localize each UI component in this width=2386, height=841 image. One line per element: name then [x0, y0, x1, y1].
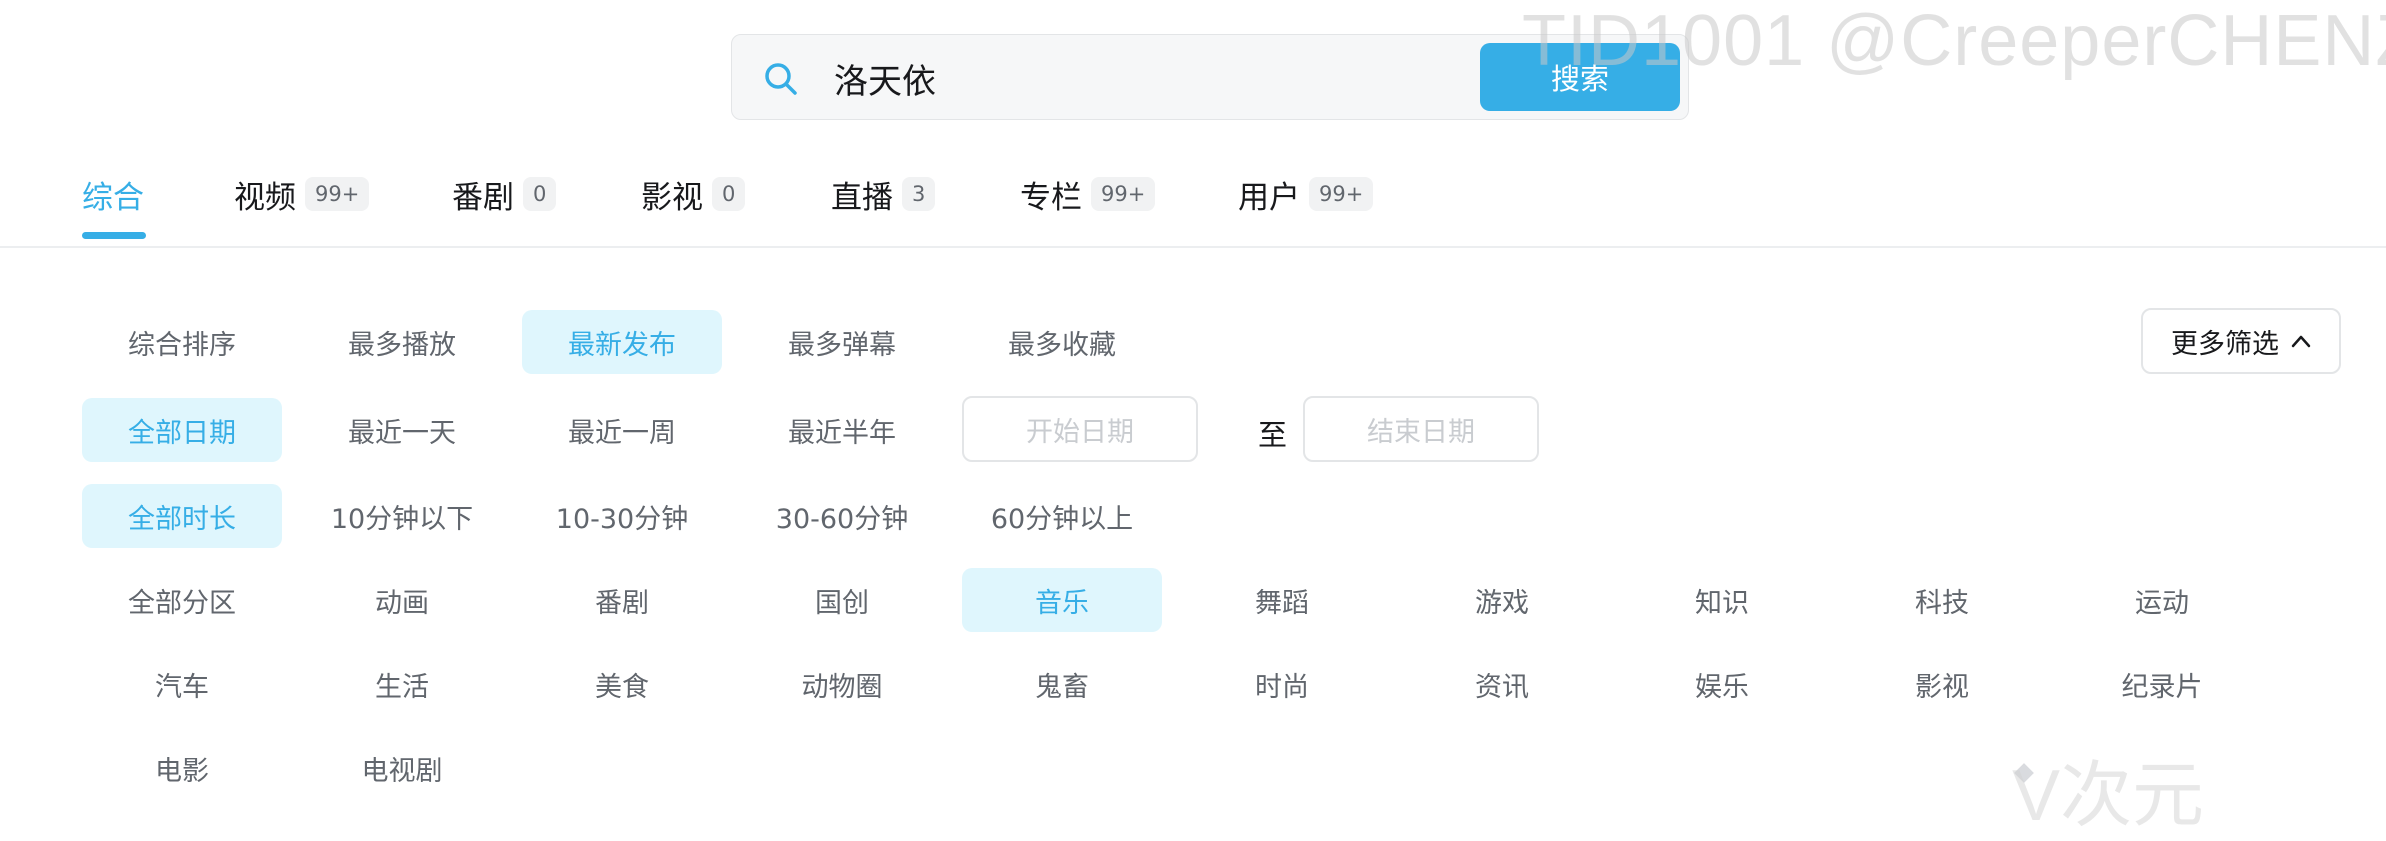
duration-option[interactable]: 10-30分钟	[522, 484, 722, 548]
tab-label: 视频	[234, 179, 296, 216]
watermark-top: TID1001 @CreeperCHENZ	[1522, 1, 2386, 81]
zone-option[interactable]: 舞蹈	[1182, 568, 1382, 632]
more-filter-label: 更多筛选	[2171, 328, 2279, 360]
date-option[interactable]: 最近半年	[742, 398, 942, 462]
sort-option[interactable]: 最多弹幕	[742, 310, 942, 374]
tab-label: 番剧	[452, 179, 514, 216]
tab-live[interactable]: 直播 3	[831, 168, 936, 220]
tab-user[interactable]: 用户 99+	[1238, 168, 1374, 220]
zone-option[interactable]: 纪录片	[2062, 652, 2262, 716]
sort-option-selected[interactable]: 最新发布	[522, 310, 722, 374]
count-badge: 0	[712, 177, 746, 211]
count-badge: 99+	[1309, 177, 1374, 211]
tab-column[interactable]: 专栏 99+	[1020, 168, 1156, 220]
tab-film[interactable]: 影视 0	[641, 168, 746, 220]
date-range-separator: 至	[1258, 418, 1288, 452]
tab-label: 综合	[82, 179, 144, 216]
active-tab-indicator	[82, 232, 146, 239]
zone-option[interactable]: 娱乐	[1622, 652, 1822, 716]
zone-option[interactable]: 科技	[1842, 568, 2042, 632]
zone-option[interactable]: 时尚	[1182, 652, 1382, 716]
sort-option[interactable]: 最多收藏	[962, 310, 1162, 374]
zone-option[interactable]: 知识	[1622, 568, 1822, 632]
zone-option[interactable]: 游戏	[1402, 568, 1602, 632]
zone-option[interactable]: 鬼畜	[962, 652, 1162, 716]
zone-option[interactable]: 资讯	[1402, 652, 1602, 716]
zone-option[interactable]: 生活	[302, 652, 502, 716]
count-badge: 3	[902, 177, 936, 211]
zone-option[interactable]: 运动	[2062, 568, 2262, 632]
search-icon	[765, 63, 797, 95]
tab-label: 影视	[641, 179, 703, 216]
zone-option[interactable]: 动物圈	[742, 652, 942, 716]
count-badge: 99+	[1091, 177, 1156, 211]
date-option[interactable]: 最近一周	[522, 398, 722, 462]
tabs-divider	[0, 246, 2386, 248]
zone-option[interactable]: 影视	[1842, 652, 2042, 716]
tab-bangumi[interactable]: 番剧 0	[452, 168, 557, 220]
end-date-input[interactable]: 结束日期	[1303, 396, 1539, 462]
count-badge: 99+	[305, 177, 370, 211]
zone-option[interactable]: 全部分区	[82, 568, 282, 632]
tab-label: 专栏	[1020, 179, 1082, 216]
tab-label: 用户	[1238, 179, 1300, 216]
count-badge: 0	[523, 177, 557, 211]
sort-option[interactable]: 最多播放	[302, 310, 502, 374]
duration-option[interactable]: 60分钟以上	[962, 484, 1162, 548]
duration-option-selected[interactable]: 全部时长	[82, 484, 282, 548]
tab-all[interactable]: 综合	[82, 168, 144, 220]
duration-option[interactable]: 10分钟以下	[302, 484, 502, 548]
zone-option[interactable]: 美食	[522, 652, 722, 716]
date-option-selected[interactable]: 全部日期	[82, 398, 282, 462]
sort-option[interactable]: 综合排序	[82, 310, 282, 374]
zone-option[interactable]: 国创	[742, 568, 942, 632]
zone-option[interactable]: 汽车	[82, 652, 282, 716]
zone-option-selected[interactable]: 音乐	[962, 568, 1162, 632]
zone-option[interactable]: 番剧	[522, 568, 722, 632]
chevron-up-icon	[2291, 335, 2311, 348]
start-date-input[interactable]: 开始日期	[962, 396, 1198, 462]
date-option[interactable]: 最近一天	[302, 398, 502, 462]
watermark-bottom: V次元	[2012, 756, 2205, 836]
tab-label: 直播	[831, 179, 893, 216]
zone-option[interactable]: 电视剧	[302, 736, 502, 800]
duration-option[interactable]: 30-60分钟	[742, 484, 942, 548]
search-input[interactable]	[832, 47, 1396, 109]
more-filter-button[interactable]: 更多筛选	[2141, 308, 2341, 374]
tab-video[interactable]: 视频 99+	[234, 168, 370, 220]
zone-option[interactable]: 动画	[302, 568, 502, 632]
zone-option[interactable]: 电影	[82, 736, 282, 800]
